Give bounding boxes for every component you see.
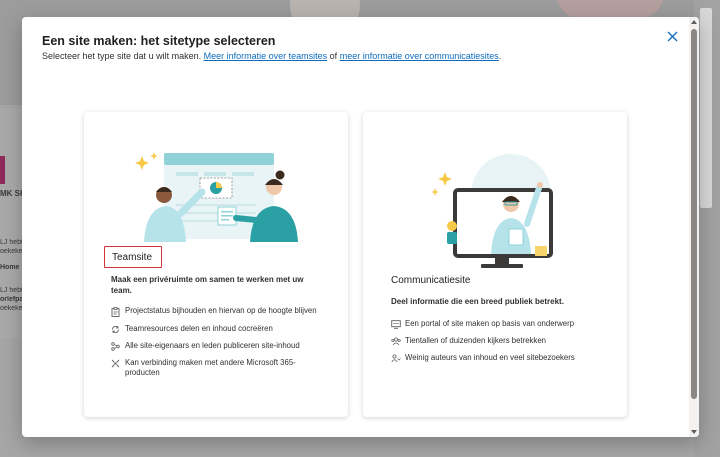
communication-site-name: Communicatiesite: [391, 275, 471, 286]
subtitle-end: .: [498, 51, 502, 61]
list-item: Projectstatus bijhouden en hiervan op de…: [111, 306, 323, 317]
subtitle-join: of: [329, 51, 338, 61]
scroll-down-arrow-icon[interactable]: [691, 430, 697, 434]
share-icon: [111, 341, 120, 351]
list-item: Weinig auteurs van inhoud en veel sitebe…: [391, 353, 606, 364]
list-item: Teamresources delen en inhoud cocreëren: [111, 324, 323, 335]
feature-text: Tientallen of duizenden kijkers betrekke…: [405, 336, 547, 345]
feature-text: Alle site-eigenaars en leden publiceren …: [125, 340, 300, 350]
list-item: Tientallen of duizenden kijkers betrekke…: [391, 336, 606, 347]
sync-icon: [112, 325, 119, 333]
background-text: Home: [0, 264, 20, 271]
dialog-title: Een site maken: het sitetype selecteren: [42, 34, 276, 48]
communication-site-info-link[interactable]: meer informatie over communicatiesites: [340, 51, 499, 61]
teamsite-card[interactable]: Teamsite Maak een privéruimte om samen t…: [84, 112, 348, 417]
communication-site-illustration: [431, 154, 553, 268]
communication-site-description: Deel informatie die een breed publiek be…: [391, 297, 564, 306]
background-text: LJ hebt: [0, 287, 23, 294]
background-text: oekeke: [0, 305, 23, 312]
feature-text: Een portal of site maken op basis van on…: [405, 319, 575, 328]
list-item: Kan verbinding maken met andere Microsof…: [111, 358, 323, 379]
connect-icon: [111, 359, 120, 367]
feature-text: Teamresources delen en inhoud cocreëren: [125, 323, 273, 333]
background-text: LJ hebt: [0, 239, 23, 246]
create-site-dialog: Een site maken: het sitetype selecteren …: [22, 17, 699, 437]
audience-icon: [391, 337, 401, 346]
close-icon: [667, 31, 677, 41]
teamsite-info-link[interactable]: Meer informatie over teamsites: [204, 51, 328, 61]
background-text: MK SH: [0, 190, 24, 198]
dialog-subtitle: Selecteer het type site dat u wilt maken…: [42, 51, 501, 61]
people-icon: [391, 354, 401, 363]
clipboard-icon: [111, 307, 120, 317]
background-site-tile: [0, 156, 5, 184]
background-text: oekeke: [0, 248, 23, 255]
teamsite-description: Maak een privéruimte om samen te werken …: [111, 275, 304, 295]
dialog-scrollbar[interactable]: [689, 17, 699, 437]
list-item: Alle site-eigenaars en leden publiceren …: [111, 341, 323, 352]
background-text: orlefpa: [0, 296, 24, 303]
feature-text: Kan verbinding maken met andere Microsof…: [125, 357, 296, 378]
portal-icon: [391, 320, 401, 329]
communication-site-card[interactable]: Communicatiesite Deel informatie die een…: [363, 112, 627, 417]
communication-site-feature-list: Een portal of site maken op basis van on…: [391, 319, 606, 370]
scroll-up-arrow-icon[interactable]: [691, 20, 697, 24]
teamsite-feature-list: Projectstatus bijhouden en hiervan op de…: [111, 306, 323, 385]
feature-text: Weinig auteurs van inhoud en veel sitebe…: [405, 353, 575, 362]
feature-text: Projectstatus bijhouden en hiervan op de…: [125, 306, 317, 315]
teamsite-illustration: [135, 152, 298, 242]
scrollbar-thumb[interactable]: [691, 29, 697, 399]
close-button[interactable]: [662, 26, 682, 46]
list-item: Een portal of site maken op basis van on…: [391, 319, 606, 330]
subtitle-text: Selecteer het type site dat u wilt maken…: [42, 51, 202, 61]
teamsite-name: Teamsite: [104, 246, 162, 268]
